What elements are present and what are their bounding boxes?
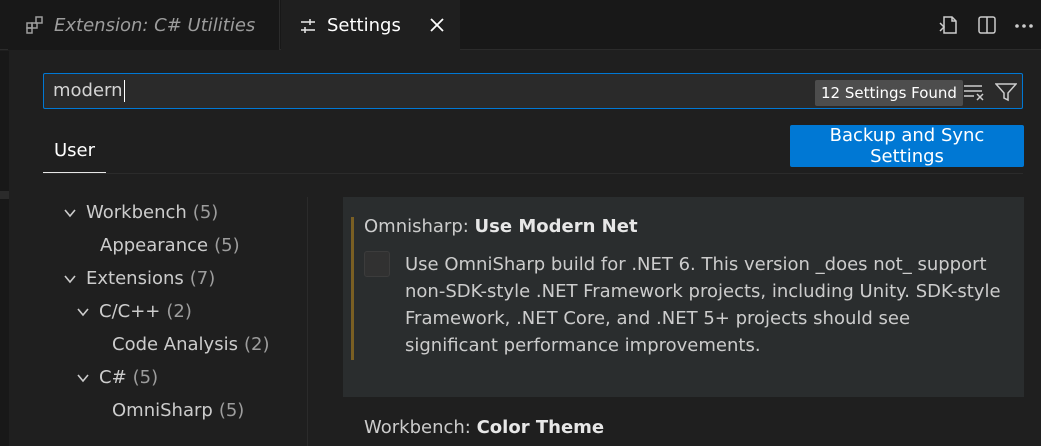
setting-name: Use Modern Net: [474, 216, 638, 237]
tree-item-extensions[interactable]: Extensions (7): [62, 264, 215, 294]
chevron-down-icon: [62, 271, 78, 287]
backup-and-sync-button[interactable]: Backup and Sync Settings: [790, 125, 1024, 167]
setting-title: Omnisharp: Use Modern Net: [364, 216, 638, 237]
tree-item-code-analysis[interactable]: Code Analysis (2): [112, 330, 269, 360]
chevron-down-icon: [75, 304, 91, 320]
editor-tab-bar: Extension: C# Utilities Settings: [0, 0, 1041, 51]
setting-description: Use OmniSharp build for .NET 6. This ver…: [405, 254, 1001, 356]
tab-extension-csharp-utilities[interactable]: Extension: C# Utilities: [8, 0, 280, 50]
clear-search-icon[interactable]: [961, 80, 987, 104]
tree-item-label: Workbench: [86, 202, 187, 223]
close-icon[interactable]: [426, 14, 448, 36]
tree-item-count: (2): [166, 301, 192, 322]
tab-user-settings[interactable]: User: [43, 136, 106, 173]
tab-label: Extension: C# Utilities: [54, 14, 256, 36]
tree-item-count: (5): [214, 235, 240, 256]
tree-item-workbench[interactable]: Workbench (5): [62, 198, 218, 228]
tree-item-label: C#: [99, 367, 127, 388]
open-settings-json-icon[interactable]: [936, 13, 960, 37]
split-editor-icon[interactable]: [975, 13, 999, 37]
scope-tabs-divider: [43, 173, 1023, 174]
gutter-mark: [0, 191, 9, 199]
modified-indicator: [351, 217, 354, 360]
toc-divider: [307, 197, 308, 446]
chevron-down-icon: [62, 205, 78, 221]
settings-search-input[interactable]: modern 12 Settings Found: [43, 73, 1023, 109]
results-count-badge: 12 Settings Found: [815, 80, 963, 106]
tree-item-label: Extensions: [86, 268, 184, 289]
search-input-value: modern: [53, 80, 125, 102]
use-modern-net-checkbox[interactable]: [364, 251, 390, 277]
tree-item-count: (5): [132, 367, 159, 388]
tab-settings[interactable]: Settings: [281, 0, 460, 51]
tree-item-label: C/C++: [99, 301, 161, 322]
more-actions-icon[interactable]: [1012, 13, 1036, 37]
setting-title: Workbench: Color Theme: [364, 417, 604, 438]
text-caret: [123, 80, 125, 102]
extensions-icon: [24, 14, 46, 36]
tree-item-count: (5): [192, 202, 219, 223]
settings-sliders-icon: [297, 15, 319, 37]
setting-category: Workbench:: [364, 417, 477, 438]
tree-item-label: Appearance: [100, 235, 209, 256]
tree-item-csharp[interactable]: C# (5): [75, 363, 158, 393]
setting-category: Omnisharp:: [364, 216, 475, 237]
tree-item-label: OmniSharp: [112, 400, 213, 421]
left-gutter: [0, 51, 9, 446]
tree-item-count: (5): [218, 400, 245, 421]
tree-item-label: Code Analysis: [112, 334, 238, 355]
tab-label: Settings: [327, 15, 401, 36]
tree-item-c-cpp[interactable]: C/C++ (2): [75, 297, 192, 327]
setting-name: Color Theme: [476, 417, 605, 438]
tree-item-omnisharp[interactable]: OmniSharp (5): [112, 396, 244, 426]
tree-item-count: (2): [243, 334, 270, 355]
filter-icon[interactable]: [993, 80, 1019, 104]
chevron-down-icon: [75, 370, 91, 386]
tree-item-count: (7): [189, 268, 216, 289]
tree-item-appearance[interactable]: Appearance (5): [100, 231, 240, 261]
